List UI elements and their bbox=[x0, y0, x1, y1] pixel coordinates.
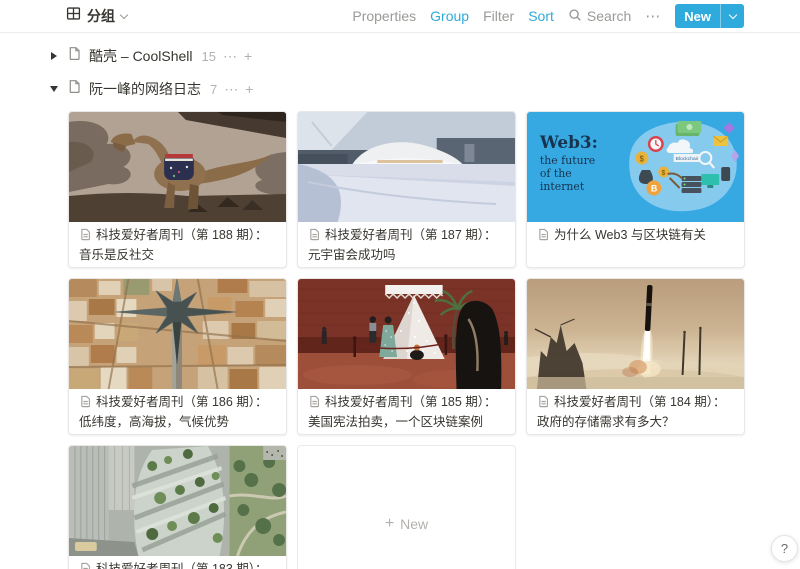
group-add-button[interactable]: + bbox=[244, 48, 252, 64]
card-title: 为什么 Web3 与区块链有关 bbox=[527, 222, 744, 247]
card-cover-image bbox=[298, 279, 515, 389]
group-more-button[interactable]: ⋯ bbox=[223, 48, 237, 65]
group-title[interactable]: 阮一峰的网络日志 bbox=[89, 79, 201, 99]
card-title: 科技爱好者周刊（第 184 期）：政府的存储需求有多大？ bbox=[527, 389, 744, 431]
page-icon bbox=[67, 79, 82, 99]
page-icon bbox=[537, 395, 550, 414]
group-count: 15 bbox=[202, 49, 216, 64]
view-name: 分组 bbox=[87, 6, 115, 26]
new-card-button[interactable]: + New bbox=[297, 445, 516, 569]
gallery-card-186[interactable]: 科技爱好者周刊（第 186 期）：低纬度，高海拔，气候优势 bbox=[68, 278, 287, 435]
svg-text:Blockchain: Blockchain bbox=[676, 156, 700, 162]
gallery-view-body: 酷壳 – CoolShell 15 ⋯ + 阮一峰的网络日志 7 ⋯ + bbox=[0, 33, 800, 569]
table-view-icon bbox=[66, 6, 81, 26]
sort-button[interactable]: Sort bbox=[528, 8, 554, 24]
svg-text:the future: the future bbox=[540, 154, 595, 167]
plus-icon: + bbox=[385, 515, 394, 533]
card-title-text: 为什么 Web3 与区块链有关 bbox=[554, 228, 706, 242]
view-toolbar: Properties Group Filter Sort Search ⋯ Ne… bbox=[352, 4, 744, 28]
card-title: 科技爱好者周刊（第 186 期）：低纬度，高海拔，气候优势 bbox=[69, 389, 286, 431]
svg-text:$: $ bbox=[639, 154, 644, 163]
search-icon bbox=[568, 8, 582, 25]
svg-text:internet: internet bbox=[540, 180, 585, 193]
gallery-card-183[interactable]: 科技爱好者周刊（第 183 期）：腾讯的员工退休福利 bbox=[68, 445, 287, 569]
gallery-card-184[interactable]: 科技爱好者周刊（第 184 期）：政府的存储需求有多大？ bbox=[526, 278, 745, 435]
gallery-grid: 科技爱好者周刊（第 188 期）：音乐是反社交 bbox=[68, 111, 800, 569]
view-tab[interactable]: 分组 bbox=[66, 6, 127, 26]
group-add-button[interactable]: + bbox=[245, 81, 253, 97]
new-dropdown-button[interactable] bbox=[720, 4, 744, 28]
web3-cover-title: Web3: bbox=[539, 132, 598, 152]
view-header: 分组 Properties Group Filter Sort Search ⋯… bbox=[0, 0, 800, 33]
search-label: Search bbox=[587, 8, 631, 24]
chevron-down-icon bbox=[728, 10, 736, 18]
card-title: 科技爱好者周刊（第 185 期）：美国宪法拍卖，一个区块链案例 bbox=[298, 389, 515, 431]
page-icon bbox=[537, 228, 550, 247]
properties-button[interactable]: Properties bbox=[352, 8, 416, 24]
svg-text:of the: of the bbox=[540, 167, 572, 180]
new-button-group: New bbox=[675, 4, 744, 28]
card-cover-image bbox=[69, 446, 286, 556]
card-title-text: 科技爱好者周刊（第 187 期）：元宇宙会成功吗 bbox=[308, 228, 497, 262]
page-icon bbox=[308, 228, 321, 247]
gallery-card-web3[interactable]: Web3: the future of the internet Blockch… bbox=[526, 111, 745, 268]
help-button[interactable]: ? bbox=[771, 535, 798, 562]
group-row-ruanyifeng: 阮一峰的网络日志 7 ⋯ + bbox=[48, 78, 800, 100]
page-icon bbox=[67, 46, 82, 66]
group-row-coolshell: 酷壳 – CoolShell 15 ⋯ + bbox=[48, 45, 800, 67]
triangle-down-icon bbox=[50, 86, 58, 92]
card-title: 科技爱好者周刊（第 183 期）：腾讯的员工退休福利 bbox=[69, 556, 286, 569]
group-expand-toggle[interactable] bbox=[48, 52, 60, 60]
group-title[interactable]: 酷壳 – CoolShell bbox=[89, 46, 193, 66]
card-cover-image bbox=[298, 112, 515, 222]
triangle-right-icon bbox=[51, 52, 57, 60]
svg-text:$: $ bbox=[662, 170, 666, 177]
card-title-text: 科技爱好者周刊（第 185 期）：美国宪法拍卖，一个区块链案例 bbox=[308, 395, 497, 429]
chevron-down-icon bbox=[120, 10, 128, 18]
new-card-label: New bbox=[400, 516, 428, 532]
card-title-text: 科技爱好者周刊（第 186 期）：低纬度，高海拔，气候优势 bbox=[79, 395, 268, 429]
card-cover-image: Web3: the future of the internet Blockch… bbox=[527, 112, 744, 222]
card-title: 科技爱好者周刊（第 188 期）：音乐是反社交 bbox=[69, 222, 286, 264]
group-count: 7 bbox=[210, 82, 217, 97]
filter-button[interactable]: Filter bbox=[483, 8, 514, 24]
card-cover-image bbox=[69, 112, 286, 222]
card-title-text: 科技爱好者周刊（第 184 期）：政府的存储需求有多大？ bbox=[537, 395, 726, 429]
more-button[interactable]: ⋯ bbox=[645, 7, 661, 25]
gallery-card-185[interactable]: 科技爱好者周刊（第 185 期）：美国宪法拍卖，一个区块链案例 bbox=[297, 278, 516, 435]
new-button[interactable]: New bbox=[675, 4, 720, 28]
page-icon bbox=[79, 395, 92, 414]
card-title-text: 科技爱好者周刊（第 188 期）：音乐是反社交 bbox=[79, 228, 268, 262]
gallery-card-187[interactable]: 科技爱好者周刊（第 187 期）：元宇宙会成功吗 bbox=[297, 111, 516, 268]
card-cover-image bbox=[527, 279, 744, 389]
group-more-button[interactable]: ⋯ bbox=[224, 81, 238, 98]
svg-text:B: B bbox=[651, 183, 658, 193]
card-title: 科技爱好者周刊（第 187 期）：元宇宙会成功吗 bbox=[298, 222, 515, 264]
card-cover-image bbox=[69, 279, 286, 389]
page-icon bbox=[79, 562, 92, 569]
page-icon bbox=[79, 228, 92, 247]
search-button[interactable]: Search bbox=[568, 8, 631, 25]
group-collapse-toggle[interactable] bbox=[48, 86, 60, 92]
gallery-card-188[interactable]: 科技爱好者周刊（第 188 期）：音乐是反社交 bbox=[68, 111, 287, 268]
card-title-text: 科技爱好者周刊（第 183 期）：腾讯的员工退休福利 bbox=[79, 562, 268, 569]
page-icon bbox=[308, 395, 321, 414]
group-button[interactable]: Group bbox=[430, 8, 469, 24]
